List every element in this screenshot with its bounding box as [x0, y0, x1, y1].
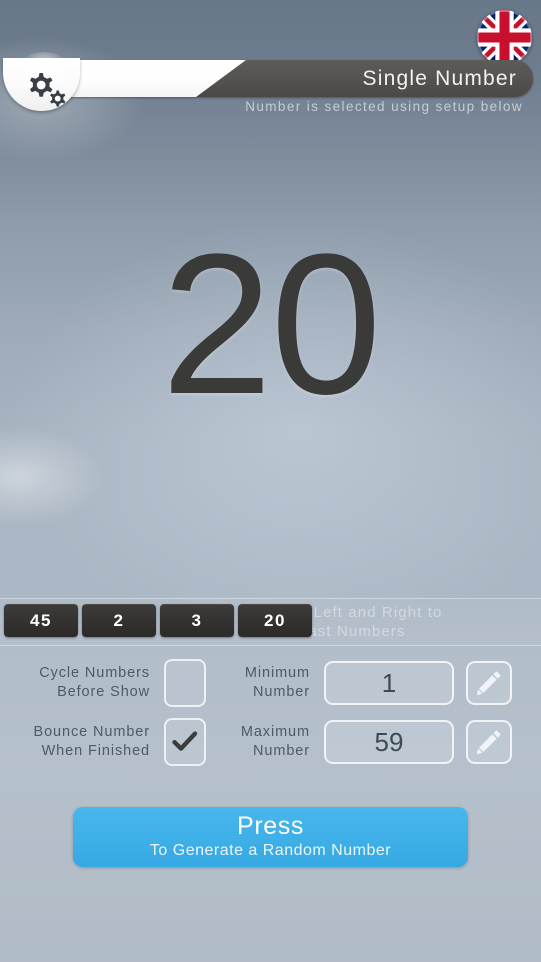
- check-icon: [172, 729, 198, 755]
- minimum-number-edit-button[interactable]: [466, 661, 512, 705]
- generate-button-label: Press: [237, 812, 304, 840]
- maximum-number-label: Maximum Number: [240, 724, 310, 759]
- history-strip[interactable]: Swipe Left and Right to See Past Numbers …: [0, 598, 541, 646]
- minimum-number-label: Minimum Number: [244, 665, 310, 700]
- pencil-icon: [474, 727, 504, 757]
- gears-icon[interactable]: [20, 68, 72, 110]
- maximum-number-edit-button[interactable]: [466, 720, 512, 764]
- settings-row-bounce: Bounce Number When Finished Maximum Number…: [0, 714, 541, 770]
- pencil-icon: [474, 668, 504, 698]
- header-bar: Single Number: [8, 60, 533, 97]
- settings-panel: Cycle Numbers Before Show Minimum Number 1: [0, 655, 541, 785]
- generated-number-display: 20: [161, 213, 381, 436]
- generate-button-sublabel: To Generate a Random Number: [149, 842, 392, 859]
- history-chip[interactable]: 45: [4, 604, 78, 637]
- page-subtitle: Number is selected using setup below: [245, 99, 523, 114]
- language-flag-button[interactable]: [477, 10, 532, 65]
- cycle-numbers-label: Cycle Numbers Before Show: [39, 665, 150, 700]
- minimum-number-field[interactable]: 1: [324, 661, 454, 705]
- history-chip-list: 45 2 3 20: [4, 604, 312, 637]
- bounce-number-checkbox[interactable]: [164, 718, 206, 766]
- history-chip[interactable]: 2: [82, 604, 156, 637]
- uk-flag-icon: [477, 10, 532, 65]
- history-chip[interactable]: 3: [160, 604, 234, 637]
- cycle-numbers-checkbox[interactable]: [164, 659, 206, 707]
- bounce-number-label: Bounce Number When Finished: [33, 724, 150, 759]
- settings-row-cycle: Cycle Numbers Before Show Minimum Number 1: [0, 655, 541, 711]
- page-title: Single Number: [362, 67, 517, 90]
- maximum-number-field[interactable]: 59: [324, 720, 454, 764]
- history-chip[interactable]: 20: [238, 604, 312, 637]
- app-root: Single Number Number is selected using s…: [0, 0, 541, 962]
- generate-button[interactable]: Press To Generate a Random Number: [73, 807, 468, 867]
